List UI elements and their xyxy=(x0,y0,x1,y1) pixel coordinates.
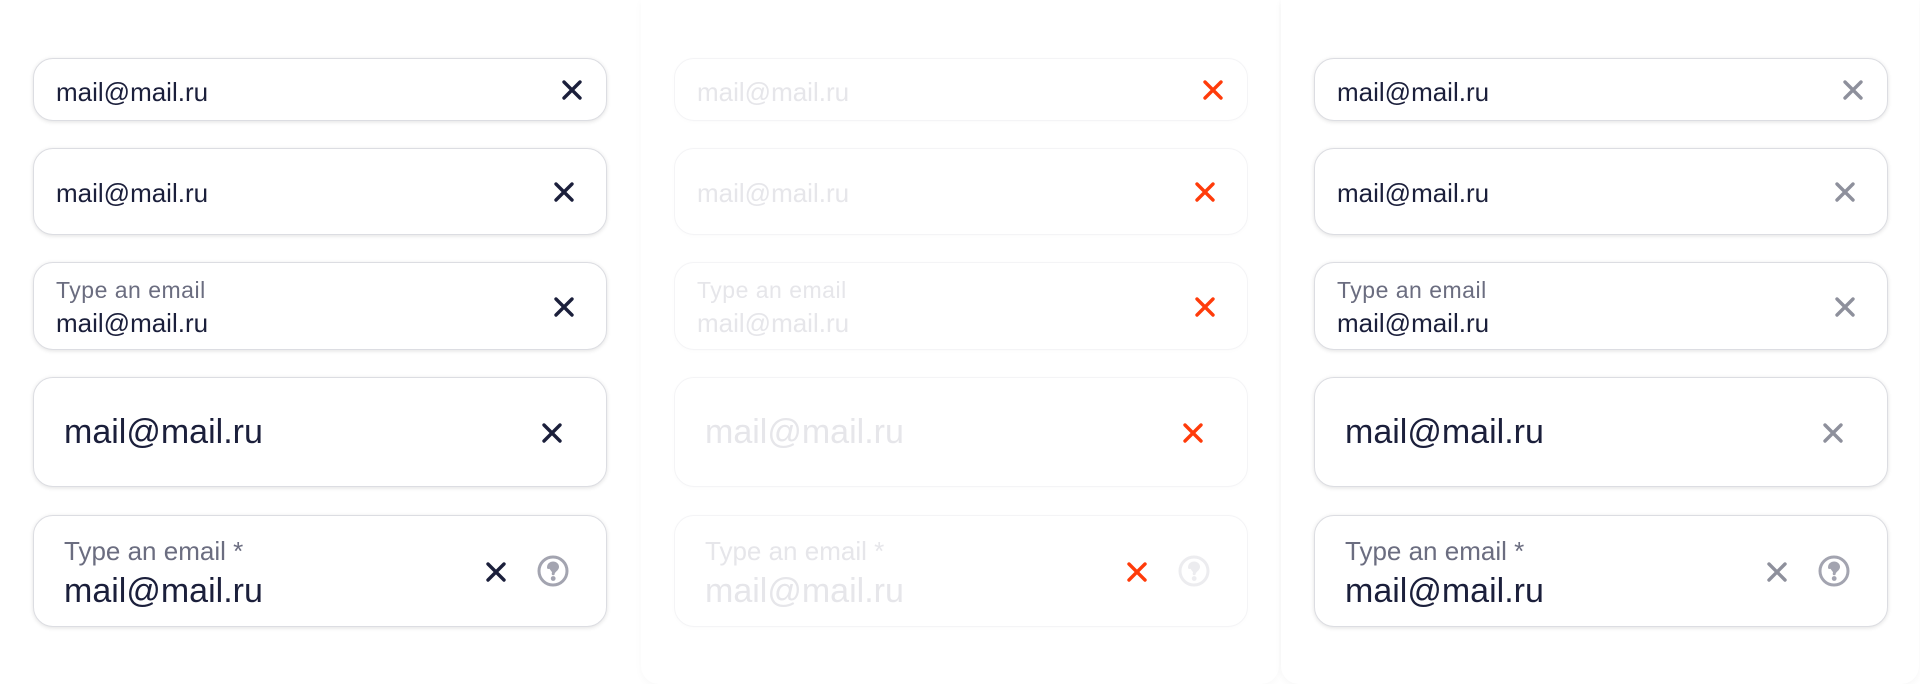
field-value[interactable]: mail@mail.ru xyxy=(64,572,263,611)
field-label: Type an email * xyxy=(705,536,885,566)
email-field: mail@mail.ru xyxy=(674,148,1248,235)
close-icon[interactable] xyxy=(482,558,510,586)
email-field[interactable]: mail@mail.ru xyxy=(1314,377,1888,487)
email-field: mail@mail.ru xyxy=(674,377,1248,487)
field-value[interactable]: mail@mail.ru xyxy=(56,77,208,108)
field-value[interactable]: mail@mail.ru xyxy=(1345,413,1544,452)
email-field[interactable]: Type an email mail@mail.ru xyxy=(1314,262,1888,350)
email-field[interactable]: mail@mail.ru xyxy=(1314,58,1888,121)
column-readonly: mail@mail.ru mail@mail.ru Type an email mai… xyxy=(1281,0,1919,684)
email-field[interactable]: Type an email * mail@mail.ru xyxy=(33,515,607,627)
field-value[interactable]: mail@mail.ru xyxy=(56,308,208,339)
field-value[interactable]: mail@mail.ru xyxy=(1337,308,1489,339)
field-label: Type an email xyxy=(56,277,206,303)
question-circle-icon xyxy=(1177,554,1211,588)
email-field[interactable]: mail@mail.ru xyxy=(33,58,607,121)
email-field[interactable]: mail@mail.ru xyxy=(33,377,607,487)
close-icon xyxy=(1199,76,1227,104)
close-icon[interactable] xyxy=(1831,293,1859,321)
field-label: Type an email xyxy=(697,277,847,303)
close-icon[interactable] xyxy=(558,76,586,104)
field-value[interactable]: mail@mail.ru xyxy=(64,413,263,452)
field-label: Type an email * xyxy=(64,536,244,566)
email-field: mail@mail.ru xyxy=(674,58,1248,121)
question-circle-icon[interactable] xyxy=(536,554,570,588)
email-field[interactable]: Type an email mail@mail.ru xyxy=(33,262,607,350)
email-field[interactable]: mail@mail.ru xyxy=(1314,148,1888,235)
close-icon xyxy=(1191,293,1219,321)
field-value: mail@mail.ru xyxy=(697,178,850,208)
close-icon[interactable] xyxy=(550,178,578,206)
field-value: mail@mail.ru xyxy=(705,413,904,451)
field-value[interactable]: mail@mail.ru xyxy=(56,178,208,209)
field-value[interactable]: mail@mail.ru xyxy=(1337,178,1489,209)
close-icon xyxy=(1179,419,1207,447)
field-value: mail@mail.ru xyxy=(705,572,904,610)
field-value[interactable]: mail@mail.ru xyxy=(1337,77,1489,108)
close-icon[interactable] xyxy=(1839,76,1867,104)
email-field[interactable]: Type an email * mail@mail.ru xyxy=(1314,515,1888,627)
column-default: mail@mail.ru mail@mail.ru Type an email mai… xyxy=(0,0,638,684)
field-value: mail@mail.ru xyxy=(697,77,850,107)
close-icon[interactable] xyxy=(538,419,566,447)
close-icon xyxy=(1123,558,1151,586)
close-icon xyxy=(1191,178,1219,206)
email-field: Type an email mail@mail.ru xyxy=(674,262,1248,350)
field-value[interactable]: mail@mail.ru xyxy=(1345,572,1544,611)
close-icon[interactable] xyxy=(1763,558,1791,586)
field-value: mail@mail.ru xyxy=(697,308,850,338)
close-icon[interactable] xyxy=(1819,419,1847,447)
question-circle-icon[interactable] xyxy=(1817,554,1851,588)
email-field: Type an email * mail@mail.ru xyxy=(674,515,1248,627)
email-field[interactable]: mail@mail.ru xyxy=(33,148,607,235)
close-icon[interactable] xyxy=(1831,178,1859,206)
column-disabled: mail@mail.ru mail@mail.ru Type an email mai… xyxy=(641,0,1279,684)
field-label: Type an email xyxy=(1337,277,1487,303)
field-label: Type an email * xyxy=(1345,536,1525,566)
close-icon[interactable] xyxy=(550,293,578,321)
